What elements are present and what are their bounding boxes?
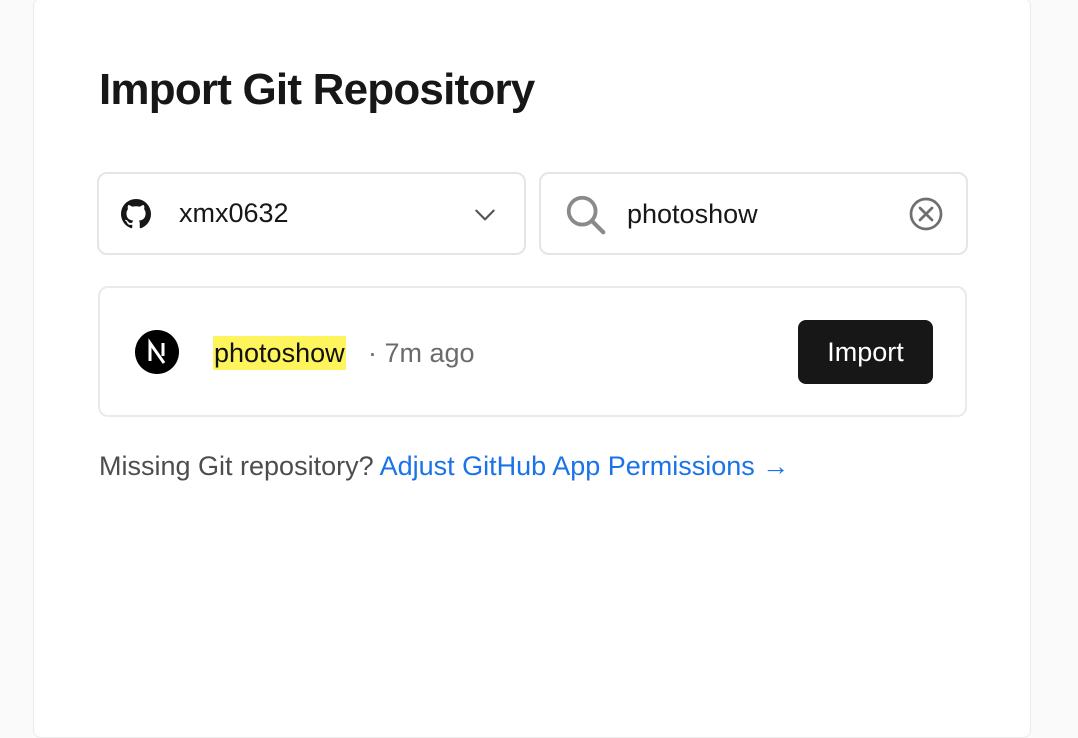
repository-search bbox=[539, 172, 968, 255]
import-card: Import Git Repository xmx0632 photoshow bbox=[33, 0, 1031, 738]
github-icon bbox=[121, 199, 151, 229]
repository-row: photoshow · 7m ago Import bbox=[100, 288, 965, 415]
adjust-permissions-link[interactable]: Adjust GitHub App Permissions → bbox=[380, 451, 790, 481]
repository-updated-time: · 7m ago bbox=[368, 338, 475, 368]
nextjs-logo-icon bbox=[135, 330, 179, 374]
repository-name[interactable]: photoshow bbox=[213, 336, 346, 370]
selected-account-label: xmx0632 bbox=[179, 198, 289, 228]
chevron-down-icon bbox=[475, 209, 495, 221]
clear-circle-x-icon[interactable] bbox=[908, 196, 944, 232]
git-account-select[interactable]: xmx0632 bbox=[97, 172, 526, 255]
missing-repository-note: Missing Git repository? Adjust GitHub Ap… bbox=[99, 451, 789, 482]
page-title: Import Git Repository bbox=[99, 65, 535, 114]
search-icon bbox=[566, 195, 606, 235]
repository-list: photoshow · 7m ago Import bbox=[98, 286, 967, 417]
import-button[interactable]: Import bbox=[798, 320, 933, 384]
search-input[interactable] bbox=[627, 192, 897, 236]
missing-repository-text: Missing Git repository? bbox=[99, 451, 374, 481]
